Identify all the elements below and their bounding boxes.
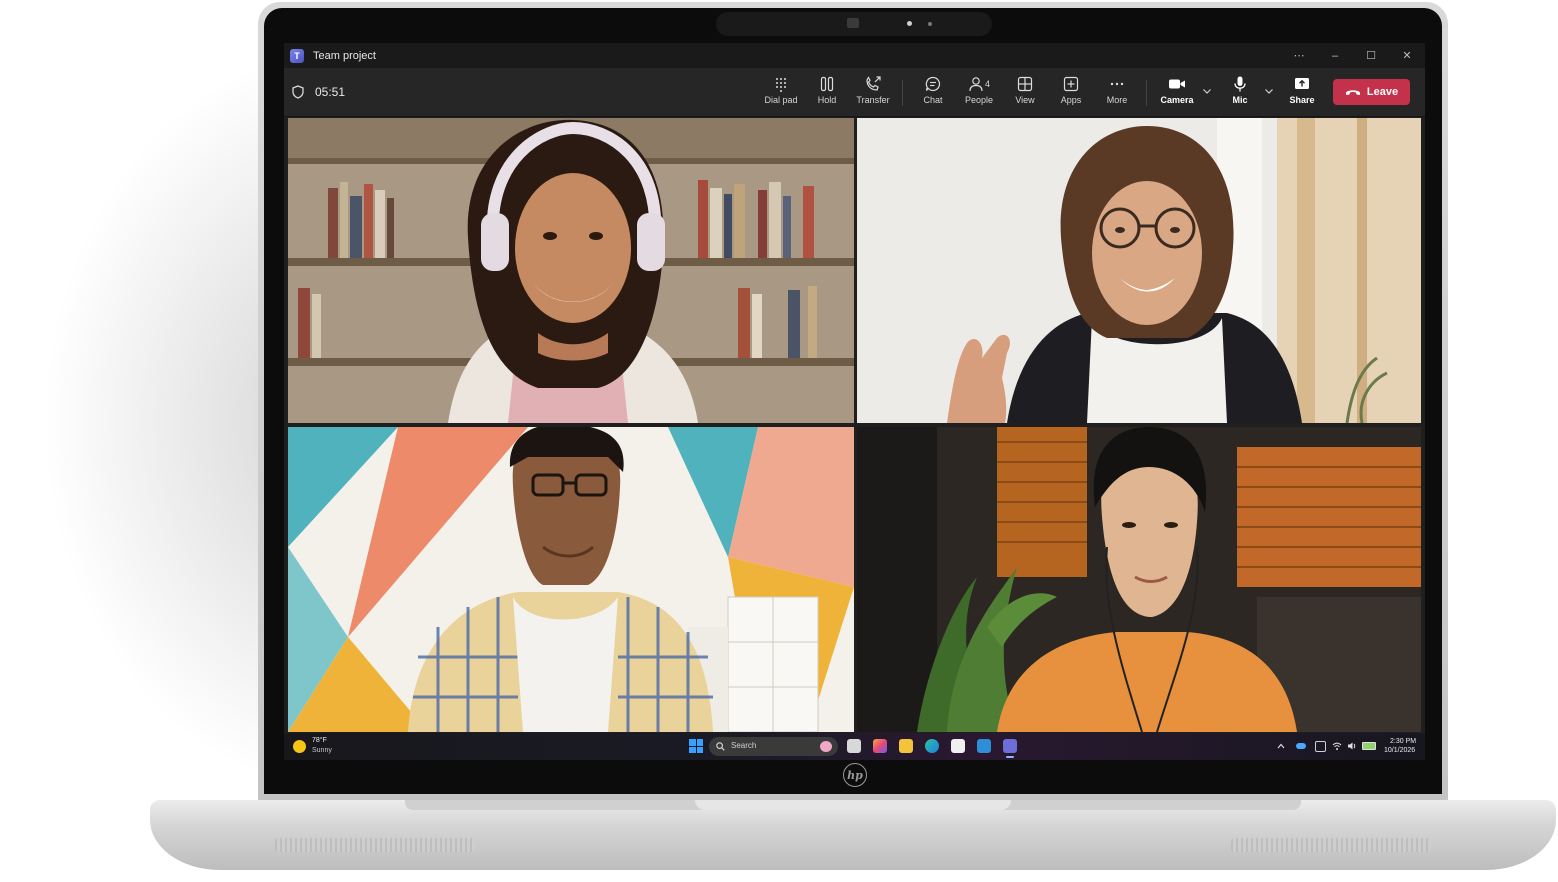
weather-sun-icon[interactable] xyxy=(293,740,306,753)
share-screen-icon xyxy=(1295,78,1309,89)
participant-video-tile[interactable] xyxy=(288,427,854,732)
chat-label: Chat xyxy=(923,95,943,105)
share-label: Share xyxy=(1289,95,1315,105)
file-explorer-icon[interactable] xyxy=(899,739,913,753)
active-app-indicator xyxy=(1006,756,1014,758)
view-button[interactable]: View xyxy=(1002,76,1048,112)
hold-label: Hold xyxy=(817,95,837,105)
teams-app-icon: T xyxy=(290,48,304,63)
more-options-icon[interactable]: ⋯ xyxy=(1281,43,1317,68)
camera-button[interactable]: Camera xyxy=(1154,76,1200,112)
leave-button[interactable]: Leave xyxy=(1333,79,1410,105)
transfer-button[interactable]: Transfer xyxy=(850,76,896,112)
windows-taskbar: 78°F Sunny Search 2:30 PM 10/1/2026 xyxy=(284,733,1425,760)
call-toolbar: 05:51 Dial pad Hold Transfer Chat 4 Peop… xyxy=(284,68,1425,117)
participant-video-woman-glasses xyxy=(857,118,1421,423)
participant-video-woman-headphones xyxy=(288,118,854,423)
camera-options-chevron-icon[interactable] xyxy=(1200,84,1214,98)
search-icon xyxy=(716,742,725,751)
window-controls: ⋯ – ☐ ✕ xyxy=(1281,43,1425,68)
dialpad-icon xyxy=(776,78,786,92)
call-timer: 05:51 xyxy=(315,85,346,99)
speaker-grille-right xyxy=(1231,838,1431,852)
battery-icon[interactable] xyxy=(1362,742,1376,750)
webcam-notch xyxy=(716,12,992,36)
laptop-base xyxy=(150,800,1556,870)
edge-browser-icon[interactable] xyxy=(925,739,939,753)
more-dots-icon xyxy=(1110,82,1124,86)
view-label: View xyxy=(1015,95,1035,105)
screen: T Team project ⋯ – ☐ ✕ 05:51 Dial pad Ho… xyxy=(284,43,1425,760)
maximize-button[interactable]: ☐ xyxy=(1353,43,1389,68)
participant-video-tile[interactable] xyxy=(857,118,1421,423)
teams-taskbar-icon[interactable] xyxy=(1003,739,1017,753)
search-placeholder: Search xyxy=(731,741,757,750)
toolbar-divider xyxy=(902,80,903,106)
task-view-icon[interactable] xyxy=(847,739,861,753)
add-app-icon xyxy=(1063,76,1079,92)
apps-button[interactable]: Apps xyxy=(1048,76,1094,112)
participant-video-man-orange-shirt xyxy=(857,427,1421,732)
settings-tray-icon[interactable] xyxy=(1315,741,1326,752)
camera-icon xyxy=(1169,79,1185,89)
people-button[interactable]: 4 People xyxy=(956,76,1002,112)
participant-video-tile[interactable] xyxy=(857,427,1421,732)
onedrive-icon[interactable] xyxy=(1296,743,1306,749)
minimize-button[interactable]: – xyxy=(1317,43,1353,68)
more-button[interactable]: More xyxy=(1094,76,1140,112)
weather-condition[interactable]: Sunny xyxy=(312,747,332,754)
toolbar-divider xyxy=(1146,80,1147,106)
people-icon xyxy=(969,77,983,92)
speaker-grille-left xyxy=(275,838,475,852)
taskbar-search-box[interactable]: Search xyxy=(709,737,838,756)
transfer-label: Transfer xyxy=(856,95,890,105)
base-opening-notch xyxy=(695,800,1011,810)
show-hidden-icons-chevron-icon[interactable] xyxy=(1277,743,1285,749)
close-button[interactable]: ✕ xyxy=(1389,43,1425,68)
start-menu-icon[interactable] xyxy=(689,739,703,753)
more-label: More xyxy=(1106,95,1128,105)
mic-label: Mic xyxy=(1232,95,1248,105)
transfer-icon xyxy=(866,76,881,91)
weather-temperature[interactable]: 78°F xyxy=(312,737,327,744)
camera-label: Camera xyxy=(1160,95,1194,105)
hold-button[interactable]: Hold xyxy=(804,76,850,112)
store-icon[interactable] xyxy=(951,739,965,753)
window-title: Team project xyxy=(313,49,376,62)
pinned-app-icon[interactable] xyxy=(977,739,991,753)
share-button[interactable]: Share xyxy=(1279,76,1325,112)
privacy-shutter xyxy=(847,18,859,28)
webcam-lens xyxy=(907,21,912,26)
search-highlight-icon xyxy=(820,741,832,752)
hang-up-icon xyxy=(1345,90,1360,95)
microphone-icon xyxy=(1234,76,1246,92)
mic-options-chevron-icon[interactable] xyxy=(1262,84,1276,98)
participant-video-man-plaid-shirt xyxy=(288,427,854,732)
clock-time[interactable]: 2:30 PM xyxy=(1390,738,1416,745)
hp-logo-text: hp xyxy=(847,768,863,782)
grid-view-icon xyxy=(1017,76,1033,92)
battery-level xyxy=(1363,743,1375,749)
apps-label: Apps xyxy=(1060,95,1082,105)
participant-video-tile[interactable] xyxy=(288,118,854,423)
copilot-icon[interactable] xyxy=(873,739,887,753)
people-count: 4 xyxy=(984,79,990,89)
webcam-sensor xyxy=(928,22,932,26)
hp-logo: hp xyxy=(843,763,867,787)
volume-icon[interactable] xyxy=(1347,741,1357,751)
wifi-icon[interactable] xyxy=(1332,741,1342,751)
dialpad-label: Dial pad xyxy=(764,95,798,105)
dialpad-button[interactable]: Dial pad xyxy=(758,76,804,112)
chat-icon xyxy=(925,76,941,92)
mic-button[interactable]: Mic xyxy=(1217,76,1263,112)
shield-icon xyxy=(292,85,304,99)
clock-date[interactable]: 10/1/2026 xyxy=(1384,747,1415,754)
leave-label: Leave xyxy=(1366,86,1399,98)
hold-icon xyxy=(820,76,834,92)
people-label: People xyxy=(964,95,994,105)
chat-button[interactable]: Chat xyxy=(910,76,956,112)
window-titlebar: T Team project ⋯ – ☐ ✕ xyxy=(284,43,1425,68)
